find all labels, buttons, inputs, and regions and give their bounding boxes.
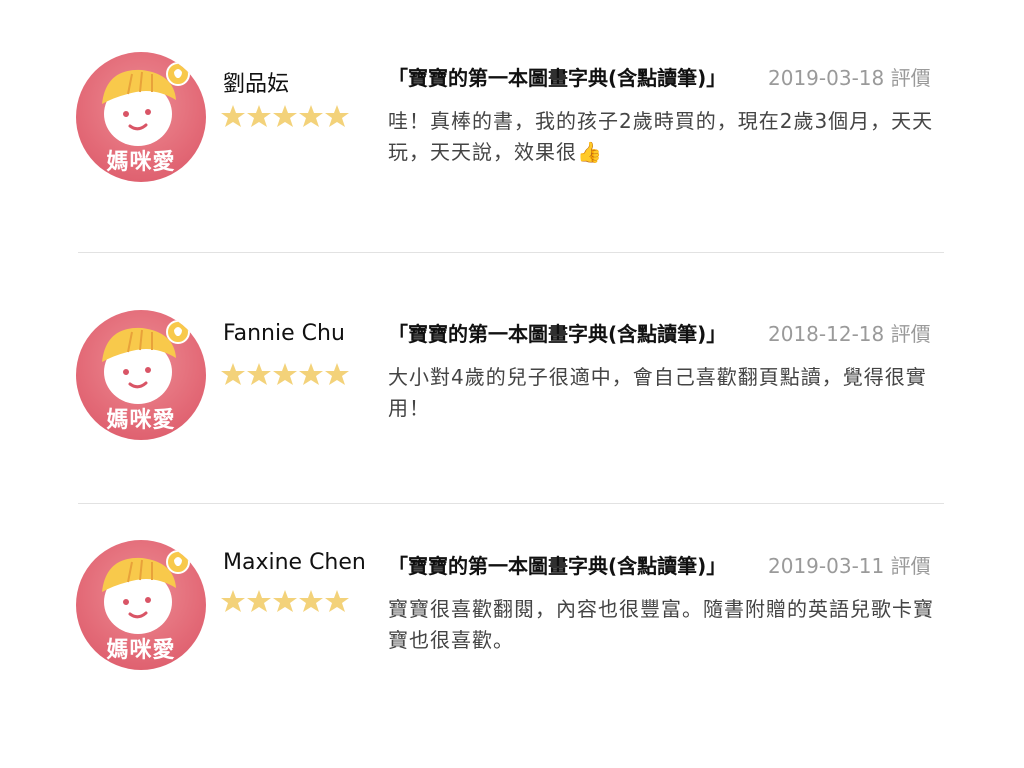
star-icon: [273, 105, 297, 127]
star-icon: [325, 590, 349, 612]
star-icon: [221, 590, 245, 612]
review-date: 2019-03-11 評價: [768, 554, 931, 578]
avatar[interactable]: 媽咪愛: [76, 52, 206, 182]
star-icon: [325, 105, 349, 127]
rating-stars: [221, 590, 349, 612]
review-date: 2019-03-18 評價: [768, 66, 931, 90]
star-icon: [299, 363, 323, 385]
divider: [78, 252, 944, 253]
star-icon: [299, 105, 323, 127]
avatar-label: 媽咪愛: [106, 408, 176, 433]
review-date: 2018-12-18 評價: [768, 322, 931, 346]
review-text: 大小對4歲的兒子很適中，會自己喜歡翻頁點讀，覺得很實用！: [388, 365, 927, 420]
star-icon: [325, 363, 349, 385]
product-title-link[interactable]: 「寶寶的第一本圖畫字典(含點讀筆)」: [388, 318, 726, 347]
reviewer-name: 劉品妘: [223, 72, 290, 97]
reviewer-name: Maxine Chen: [223, 550, 366, 575]
star-icon: [247, 590, 271, 612]
review-text: 哇！真棒的書，我的孩子2歲時買的，現在2歲3個月，天天玩，天天說，效果很👍: [388, 109, 934, 164]
product-title-link[interactable]: 「寶寶的第一本圖畫字典(含點讀筆)」: [388, 62, 726, 91]
rating-stars: [221, 363, 349, 385]
product-title-link[interactable]: 「寶寶的第一本圖畫字典(含點讀筆)」: [388, 550, 726, 579]
divider: [78, 503, 944, 504]
rating-stars: [221, 105, 349, 127]
avatar[interactable]: 媽咪愛: [76, 310, 206, 440]
review-text: 寶寶很喜歡翻閱，內容也很豐富。隨書附贈的英語兒歌卡寶寶也很喜歡。: [388, 597, 934, 652]
avatar[interactable]: 媽咪愛: [76, 540, 206, 670]
star-icon: [247, 363, 271, 385]
avatar-label: 媽咪愛: [106, 638, 176, 663]
star-icon: [273, 363, 297, 385]
reviewer-name: Fannie Chu: [223, 321, 345, 346]
star-icon: [221, 105, 245, 127]
star-icon: [247, 105, 271, 127]
avatar-label: 媽咪愛: [106, 150, 176, 175]
star-icon: [299, 590, 323, 612]
star-icon: [273, 590, 297, 612]
star-icon: [221, 363, 245, 385]
